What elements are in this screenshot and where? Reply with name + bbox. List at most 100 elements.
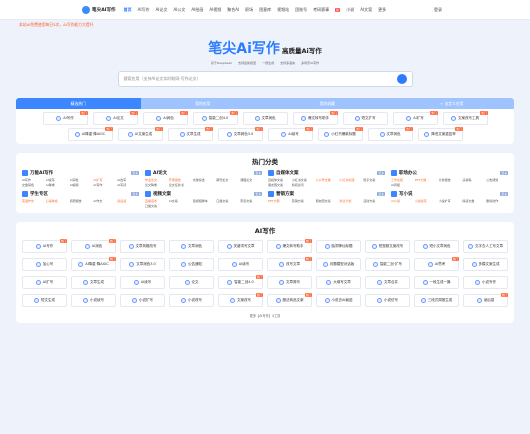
category-link[interactable]: 商业计划: [339, 199, 361, 203]
tool-chip[interactable]: AI续写 热门: [267, 127, 313, 141]
tab-0[interactable]: 精选热门: [16, 98, 141, 109]
category-link[interactable]: AI续写: [46, 178, 68, 182]
category-link[interactable]: 毕业论文: [145, 178, 167, 182]
tool-chip[interactable]: 小说改写: [169, 294, 214, 307]
tool-chip[interactable]: 文章生成: [71, 276, 116, 289]
tool-chip[interactable]: 文章润色: [242, 112, 288, 125]
tool-chip[interactable]: 小说扩写: [120, 294, 165, 307]
tool-chip[interactable]: AI文案生成 热门: [117, 127, 163, 141]
category-link[interactable]: AI小说: [391, 199, 413, 203]
tool-chip[interactable]: 文案改写工具 热门: [442, 111, 488, 125]
category-link[interactable]: AI写诗: [117, 183, 139, 187]
nav-item[interactable]: AI论文: [156, 7, 168, 13]
more-button[interactable]: 更多: [254, 171, 262, 175]
tool-chip[interactable]: 文章润色: [169, 240, 214, 253]
tool-chip[interactable]: 魔法商品文案 热门: [267, 293, 312, 307]
nav-item[interactable]: 首页: [124, 7, 132, 13]
category-link[interactable]: AI扩写: [93, 178, 115, 182]
nav-item[interactable]: AI视频: [209, 7, 221, 13]
more-button[interactable]: 更多: [131, 192, 139, 196]
category-link[interactable]: AI文案: [169, 199, 191, 203]
more-button[interactable]: 更多: [377, 192, 385, 196]
tool-chip[interactable]: AI润色 热门: [71, 239, 116, 253]
tool-chip[interactable]: 智能二创·扩写: [365, 258, 410, 271]
tool-chip[interactable]: AI降重·降AIGC 热门: [67, 127, 113, 141]
tool-chip[interactable]: 文章风格改写: [120, 240, 165, 253]
category-link[interactable]: AI作文: [93, 199, 115, 203]
tool-chip[interactable]: 智能二创4.0 热门: [192, 111, 238, 125]
tool-chip[interactable]: 文案改写 热门: [218, 293, 263, 307]
category-link[interactable]: 朋友圈文案: [268, 183, 290, 187]
more-link[interactable]: 更多【AI写作】4工具: [22, 313, 508, 318]
more-button[interactable]: 更多: [500, 171, 508, 175]
category-link[interactable]: AI润色: [70, 178, 92, 182]
tool-chip[interactable]: AI论文 热门: [92, 111, 138, 125]
nav-item[interactable]: AI绘画: [191, 7, 203, 13]
category-link[interactable]: 英语作文: [22, 199, 44, 203]
tool-chip[interactable]: 文字去人工写文章: [463, 240, 508, 253]
nav-item[interactable]: 职场: [245, 7, 253, 13]
tool-chip[interactable]: AI写作 热门: [22, 239, 67, 253]
tool-chip[interactable]: 公告通知: [169, 258, 214, 271]
category-link[interactable]: 分析报告: [439, 178, 461, 182]
nav-item[interactable]: AI写作: [138, 7, 150, 13]
category-link[interactable]: 文章润色: [22, 183, 44, 187]
tool-chip[interactable]: 脑洞神仙标题: [316, 240, 361, 253]
search-input[interactable]: 搜索应用（支持AI论文实时联网·写作论文）: [124, 76, 397, 82]
category-link[interactable]: 期刊论文: [216, 178, 238, 182]
tool-chip[interactable]: 短文生成: [22, 294, 67, 307]
category-link[interactable]: 公告通知: [486, 178, 508, 182]
category-link[interactable]: 口播文案: [145, 204, 167, 208]
category-link[interactable]: PPT大纲: [268, 199, 290, 203]
nav-item[interactable]: 聚合AI: [227, 7, 239, 13]
tool-chip[interactable]: 论文: [169, 276, 214, 289]
category-link[interactable]: 心得体会: [46, 199, 68, 203]
tool-chip[interactable]: 小说去AI痕迹: [316, 294, 361, 307]
more-button[interactable]: 更多: [377, 171, 385, 175]
tool-chip[interactable]: 文章润色3.0 热门: [217, 127, 263, 141]
tool-chip[interactable]: AI降重·降AIGC 热门: [71, 257, 116, 271]
category-link[interactable]: 朋友圈文案: [316, 199, 338, 203]
category-link[interactable]: 自媒体文案: [268, 178, 290, 182]
nav-item[interactable]: 视频站: [277, 7, 289, 13]
tool-chip[interactable]: 文章简写: [267, 276, 312, 289]
category-link[interactable]: 课程论文: [240, 178, 262, 182]
category-link[interactable]: 直播话术: [145, 199, 167, 203]
tool-chip[interactable]: AI写作 热门: [42, 111, 88, 125]
tool-chip[interactable]: 智能二创4.0 热门: [218, 275, 263, 289]
category-link[interactable]: 文献综述: [193, 178, 215, 182]
brand-logo[interactable]: 笔尖AI写作: [82, 5, 116, 14]
category-link[interactable]: 情感文章: [462, 199, 484, 203]
tool-chip[interactable]: 问题模型对话版: [316, 258, 361, 271]
tool-chip[interactable]: AI续写: [218, 258, 263, 271]
category-link[interactable]: 口播文案: [216, 199, 238, 203]
tool-chip[interactable]: 小说续写: [71, 294, 116, 307]
category-link[interactable]: 短视频脚本: [193, 199, 215, 203]
nav-item[interactable]: AI公文: [173, 7, 185, 13]
category-link[interactable]: 小红书标题: [339, 178, 361, 182]
category-link[interactable]: AI降重: [46, 183, 68, 187]
tool-chip[interactable]: AI思考 热门: [414, 257, 459, 271]
more-button[interactable]: 更多: [254, 192, 262, 196]
category-link[interactable]: 营销方案: [292, 199, 314, 203]
tool-chip[interactable]: AI续写: [120, 276, 165, 289]
tool-chip[interactable]: 降低文案重复率 热门: [417, 127, 463, 141]
tool-chip[interactable]: 多模文案生成: [463, 258, 508, 271]
category-link[interactable]: 小说续写: [415, 199, 437, 203]
category-link[interactable]: 小说扩写: [439, 199, 461, 203]
category-link[interactable]: 读后感: [117, 199, 139, 203]
tool-chip[interactable]: 加心写: [22, 258, 67, 271]
category-link[interactable]: 工作总结: [391, 178, 413, 182]
search-box[interactable]: 搜索应用（支持AI论文实时联网·写作论文）: [117, 71, 413, 87]
tab-1[interactable]: 我的应用: [140, 98, 265, 109]
category-link[interactable]: AI写作: [22, 178, 44, 182]
tool-chip[interactable]: AI扩写: [22, 276, 67, 289]
tool-chip[interactable]: 文章生成 热门: [167, 127, 213, 141]
category-link[interactable]: AI编辑: [70, 183, 92, 187]
nav-item[interactable]: 小说: [346, 7, 354, 13]
tool-chip[interactable]: 小说仿写: [365, 294, 410, 307]
tool-chip[interactable]: 短文扩写: [342, 112, 388, 125]
nav-item[interactable]: 更多: [378, 7, 386, 13]
tool-chip[interactable]: 读后感 热门: [463, 293, 508, 307]
nav-item[interactable]: AI文案: [360, 7, 372, 13]
